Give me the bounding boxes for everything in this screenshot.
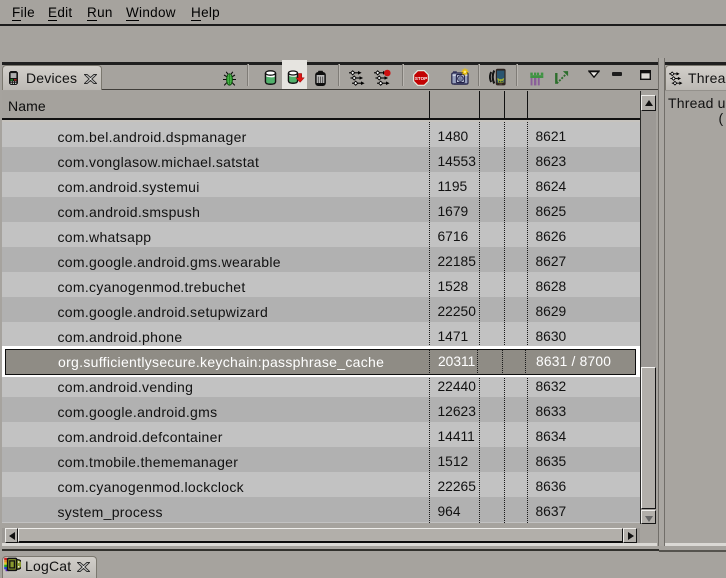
svg-text:STOP: STOP — [415, 76, 427, 81]
